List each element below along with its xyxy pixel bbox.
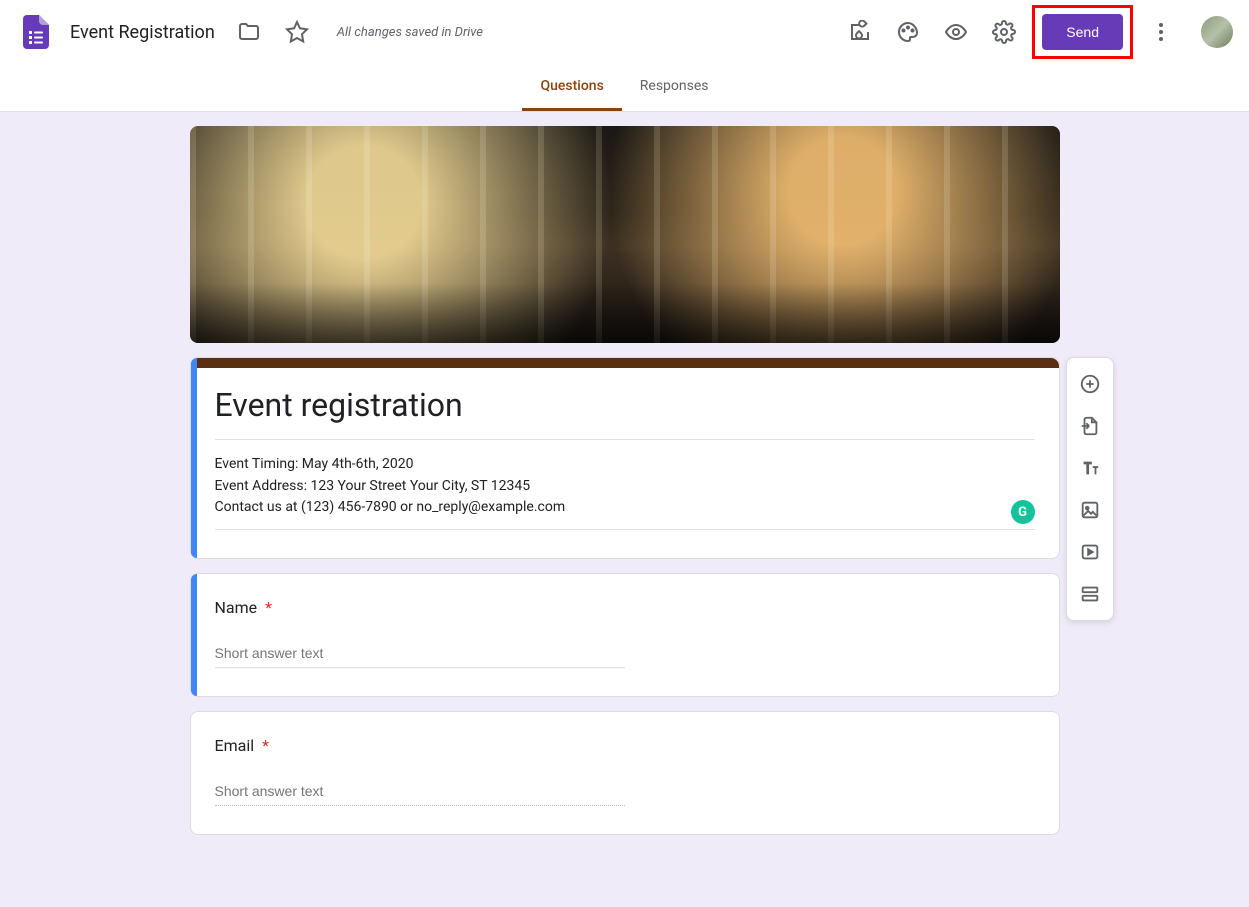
desc-line: Contact us at (123) 456-7890 or no_reply… xyxy=(215,497,1035,519)
addons-icon[interactable] xyxy=(840,12,880,52)
grammarly-icon[interactable]: G xyxy=(1011,500,1035,524)
app-header: Event Registration All changes saved in … xyxy=(0,0,1249,64)
customize-theme-icon[interactable] xyxy=(888,12,928,52)
save-status: All changes saved in Drive xyxy=(337,25,483,40)
move-to-folder-icon[interactable] xyxy=(229,12,269,52)
card-selection-indicator xyxy=(191,358,197,558)
question-toolbar xyxy=(1066,357,1114,621)
tab-questions[interactable]: Questions xyxy=(522,64,621,111)
star-icon[interactable] xyxy=(277,12,317,52)
add-question-icon[interactable] xyxy=(1070,364,1110,404)
short-answer-input[interactable] xyxy=(215,779,625,806)
form-title[interactable]: Event registration xyxy=(215,380,1035,433)
required-indicator: * xyxy=(265,598,272,617)
add-section-icon[interactable] xyxy=(1070,574,1110,614)
question-label[interactable]: Email xyxy=(215,736,255,755)
question-card[interactable]: Email * xyxy=(190,711,1060,835)
document-title[interactable]: Event Registration xyxy=(64,18,221,47)
short-answer-input[interactable] xyxy=(215,641,625,668)
send-button[interactable]: Send xyxy=(1042,14,1123,50)
form-tabs: Questions Responses xyxy=(0,64,1249,112)
settings-icon[interactable] xyxy=(984,12,1024,52)
desc-line: Event Address: 123 Your Street Your City… xyxy=(215,476,1035,498)
form-description[interactable]: Event Timing: May 4th-6th, 2020 Event Ad… xyxy=(215,454,1035,530)
preview-icon[interactable] xyxy=(936,12,976,52)
divider xyxy=(215,439,1035,440)
account-avatar[interactable] xyxy=(1201,16,1233,48)
card-selection-indicator xyxy=(191,574,197,696)
send-button-highlight: Send xyxy=(1032,5,1133,59)
required-indicator: * xyxy=(262,736,269,755)
desc-line: Event Timing: May 4th-6th, 2020 xyxy=(215,454,1035,476)
title-card-accent xyxy=(191,358,1059,368)
add-video-icon[interactable] xyxy=(1070,532,1110,572)
form-header-image[interactable] xyxy=(190,126,1060,343)
import-questions-icon[interactable] xyxy=(1070,406,1110,446)
form-column: Event registration Event Timing: May 4th… xyxy=(190,126,1060,835)
question-label[interactable]: Name xyxy=(215,598,258,617)
tab-responses[interactable]: Responses xyxy=(622,64,727,111)
add-title-icon[interactable] xyxy=(1070,448,1110,488)
question-card[interactable]: Name * xyxy=(190,573,1060,697)
form-title-card[interactable]: Event registration Event Timing: May 4th… xyxy=(190,357,1060,559)
google-forms-logo-icon[interactable] xyxy=(16,12,56,52)
form-canvas: Event registration Event Timing: May 4th… xyxy=(0,112,1249,875)
more-menu-icon[interactable] xyxy=(1141,12,1181,52)
divider xyxy=(215,529,1035,530)
add-image-icon[interactable] xyxy=(1070,490,1110,530)
